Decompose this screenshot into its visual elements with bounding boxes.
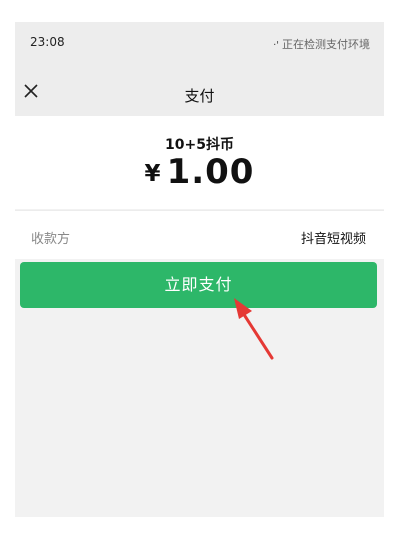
payment-amount: ¥1.00 [15,152,384,192]
product-name: 10+5抖币 [165,137,234,153]
amount-value: 1.00 [166,152,255,192]
page-title: 支付 [184,87,215,105]
payee-label: 收款方 [31,232,71,247]
detect-text: 正在检测支付环境 [282,38,370,51]
payment-environment-status: ·' 正在检测支付环境 [273,36,370,52]
phone-screen: 23:08 ·' 正在检测支付环境 支付 10+5抖币 ¥1.00 收款方 抖音短… [15,22,384,517]
pay-now-button[interactable]: 立即支付 [20,262,377,308]
status-time: 23:08 [30,35,65,49]
status-bar: 23:08 ·' 正在检测支付环境 [15,22,384,62]
currency-symbol: ¥ [144,161,161,187]
payee-name: 抖音短视频 [300,232,366,247]
amount-card: 10+5抖币 ¥1.00 [15,116,384,209]
payee-row: 收款方 抖音短视频 [15,210,384,259]
loading-dots-icon: ·' [273,40,279,51]
nav-bar: 支付 [15,62,384,116]
